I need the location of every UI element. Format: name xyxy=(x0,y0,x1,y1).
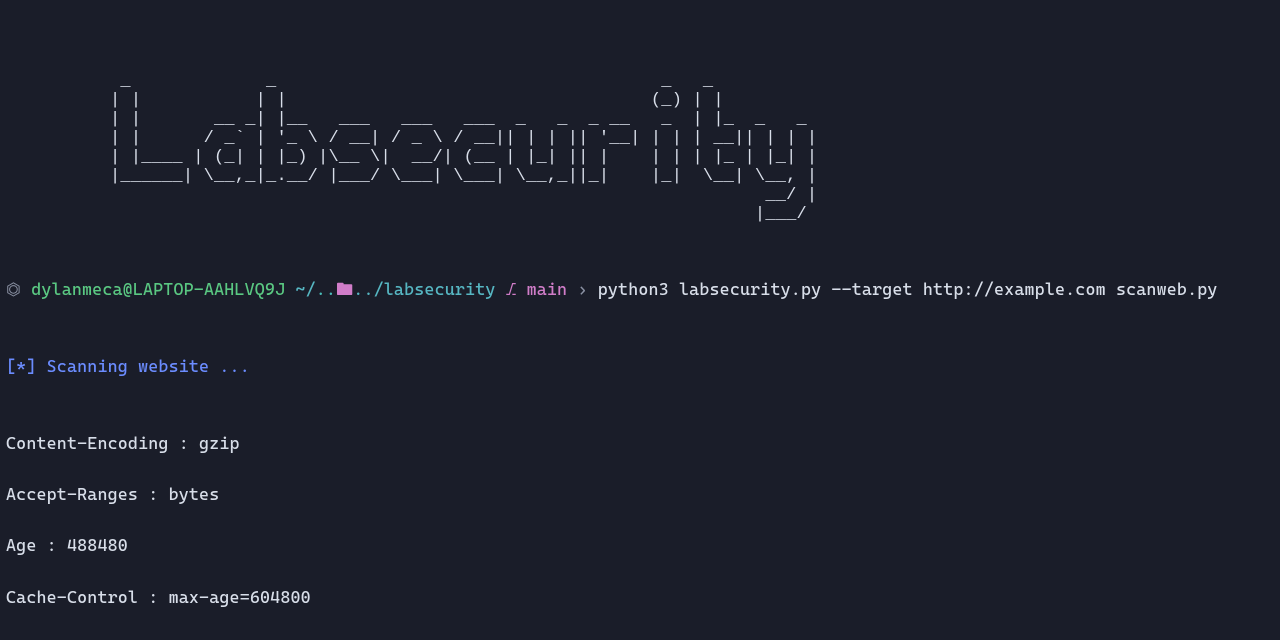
git-branch-icon: ⎇ xyxy=(506,279,517,299)
http-header-line: Age : 488480 xyxy=(6,533,1274,559)
ascii-banner: _ _ _ _ | | | | (_) | | | | __ _| |__ __… xyxy=(6,72,1274,224)
http-header-line: Cache-Control : max-age=604800 xyxy=(6,585,1274,611)
folder-icon: 🖿 xyxy=(336,279,353,299)
http-header-line: Accept-Ranges : bytes xyxy=(6,482,1274,508)
prompt-line-1: ⏣ dylanmeca@LAPTOP-AAHLVQ9J ~/..🖿../labs… xyxy=(6,277,1274,303)
git-branch: main xyxy=(527,279,568,299)
http-header-line: Content-Encoding : gzip xyxy=(6,431,1274,457)
typed-command: python3 labsecurity.py --target http://e… xyxy=(598,279,1218,299)
prompt-path-suffix: ../labsecurity xyxy=(353,279,495,299)
prompt-chevron-icon: › xyxy=(577,279,587,299)
status-scanning: [*] Scanning website ... xyxy=(6,354,1274,380)
prompt-symbol-icon: ⏣ xyxy=(6,279,21,299)
http-header-line: Content-Type : text/html; charset=UTF-8 xyxy=(6,636,1274,640)
prompt-user-host: dylanmeca@LAPTOP-AAHLVQ9J xyxy=(31,279,285,299)
prompt-path-dots: .. xyxy=(316,279,336,299)
terminal-window[interactable]: _ _ _ _ | | | | (_) | | | | __ _| |__ __… xyxy=(0,0,1280,640)
prompt-path-prefix: ~/ xyxy=(295,279,315,299)
